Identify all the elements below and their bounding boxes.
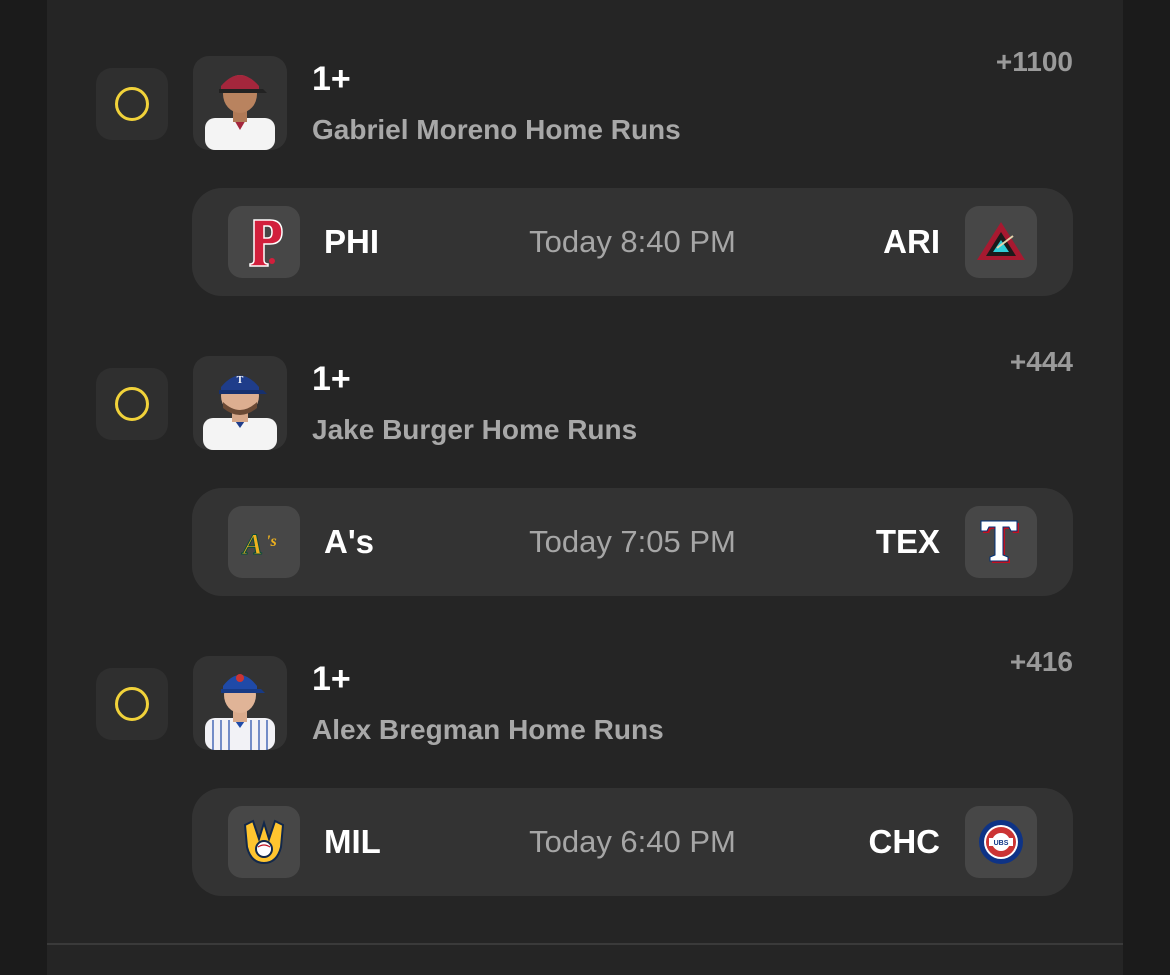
player-headshot [193, 656, 287, 750]
bet-quantity: 1+ [312, 660, 351, 698]
bet-market-label: Jake Burger Home Runs [312, 414, 638, 445]
game-matchup-bar[interactable]: MIL Today 6:40 PM CHC UBS [192, 788, 1073, 896]
bet-odds: +1100 [995, 46, 1073, 77]
game-matchup-bar[interactable]: PHI Today 8:40 PM ARI [192, 188, 1073, 296]
bet-odds: +444 [1009, 346, 1073, 377]
game-time: Today 6:40 PM [529, 824, 736, 859]
diamondbacks-logo-icon [965, 206, 1037, 278]
game-time: Today 8:40 PM [529, 224, 736, 259]
bet-item[interactable]: 1+ Gabriel Moreno Home Runs +1100 PHI To… [47, 0, 1123, 296]
home-team-abbr: CHC [868, 823, 941, 860]
home-team-abbr: TEX [875, 523, 940, 560]
bet-item[interactable]: T 1+ Jake Burger Home Runs +444 A 's A's… [47, 300, 1123, 596]
radio-circle-icon [115, 687, 149, 721]
svg-text:T: T [237, 375, 244, 386]
bet-odds: +416 [1009, 646, 1073, 677]
select-radio-button[interactable] [96, 68, 168, 140]
game-time: Today 7:05 PM [529, 524, 736, 559]
bet-market-label: Alex Bregman Home Runs [312, 714, 664, 745]
radio-circle-icon [115, 87, 149, 121]
bet-quantity: 1+ [312, 60, 351, 98]
bet-market-label: Gabriel Moreno Home Runs [312, 114, 681, 145]
home-team-abbr: ARI [883, 223, 940, 260]
radio-circle-icon [115, 387, 149, 421]
cubs-logo-icon: UBS [965, 806, 1037, 878]
select-radio-button[interactable] [96, 368, 168, 440]
game-matchup-bar[interactable]: A 's A's Today 7:05 PM TEX [192, 488, 1073, 596]
player-headshot: T [193, 356, 287, 450]
bet-item[interactable]: 1+ Alex Bregman Home Runs +416 MIL Today… [47, 600, 1123, 896]
section-divider [47, 943, 1123, 945]
bet-quantity: 1+ [312, 360, 351, 398]
bet-list-panel: 1+ Gabriel Moreno Home Runs +1100 PHI To… [47, 0, 1123, 975]
select-radio-button[interactable] [96, 668, 168, 740]
player-headshot [193, 56, 287, 150]
svg-text:UBS: UBS [994, 840, 1009, 847]
rangers-logo-icon [965, 506, 1037, 578]
